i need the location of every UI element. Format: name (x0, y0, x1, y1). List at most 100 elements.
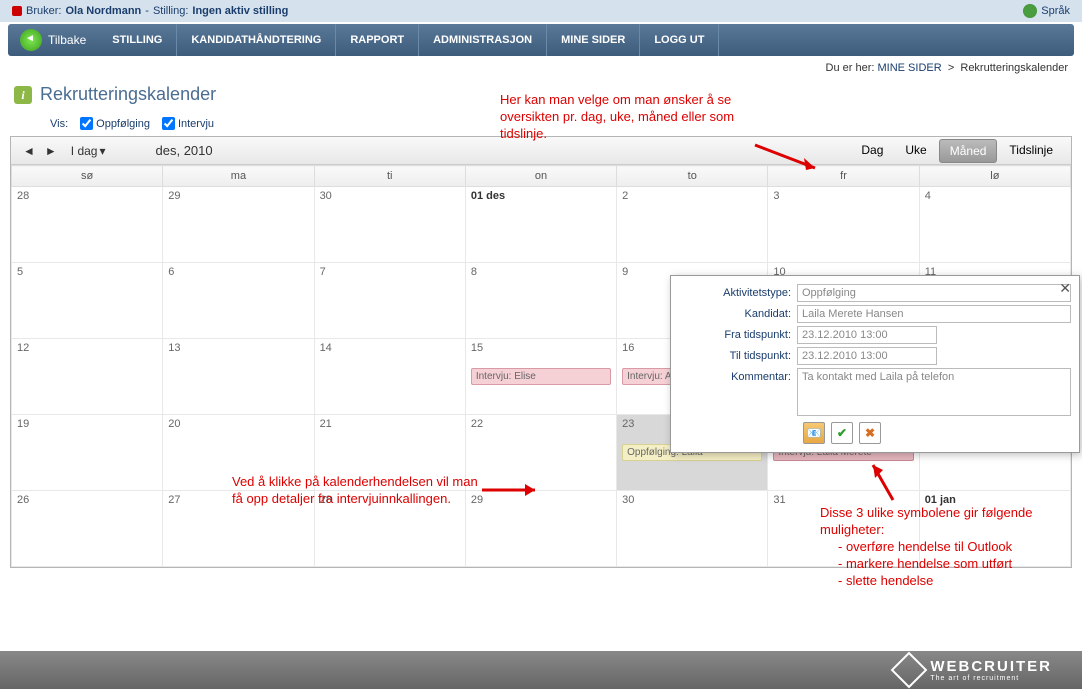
view-tidslinje[interactable]: Tidslinje (999, 139, 1063, 163)
day-number: 21 (320, 418, 460, 430)
calendar-cell[interactable]: 28 (12, 187, 163, 263)
popup-actions: 📧 ✔ ✖ (803, 422, 1071, 444)
calendar-event[interactable]: Intervju: Elise (471, 368, 611, 385)
day-number: 30 (622, 494, 762, 506)
day-number: 01 des (471, 190, 611, 202)
calendar-cell[interactable]: 8 (465, 263, 616, 339)
event-popup: ✕ Aktivitetstype: Kandidat: Fra tidspunk… (670, 275, 1080, 453)
anno-right-2: markere hendelse som utført (846, 556, 1012, 571)
anno-right-3: slette hendelse (846, 573, 933, 588)
back-button[interactable]: Tilbake (8, 24, 98, 56)
calendar-cell[interactable]: 26 (12, 491, 163, 567)
calendar-cell[interactable]: 7 (314, 263, 465, 339)
kandidat-input[interactable] (797, 305, 1071, 323)
oppfolging-label: Oppfølging (96, 118, 150, 130)
calendar-cell[interactable]: 13 (163, 339, 314, 415)
kommentar-input[interactable]: Ta kontakt med Laila på telefon (797, 368, 1071, 416)
user-info: Bruker: Ola Nordmann - Stilling: Ingen a… (12, 5, 288, 17)
intervju-checkbox[interactable] (162, 117, 175, 130)
kommentar-label: Kommentar: (679, 368, 797, 383)
calendar-cell[interactable]: 3 (768, 187, 919, 263)
day-number: 20 (168, 418, 308, 430)
top-header: Bruker: Ola Nordmann - Stilling: Ingen a… (0, 0, 1082, 22)
til-input[interactable] (797, 347, 937, 365)
language-selector[interactable]: Språk (1023, 4, 1070, 18)
nav-mine-sider[interactable]: MINE SIDER (547, 24, 640, 56)
calendar-cell[interactable]: 30 (314, 187, 465, 263)
anno-right-1: overføre hendelse til Outlook (846, 539, 1012, 554)
day-header: sø (12, 166, 163, 187)
today-button[interactable]: I dag ▾ (65, 142, 112, 160)
dropdown-icon: ▾ (99, 144, 105, 158)
fra-input[interactable] (797, 326, 937, 344)
day-header: lø (919, 166, 1070, 187)
position-label: Stilling: (153, 5, 188, 17)
day-number: 19 (17, 418, 157, 430)
view-dag[interactable]: Dag (851, 139, 893, 163)
view-uke[interactable]: Uke (895, 139, 936, 163)
calendar-cell[interactable]: 14 (314, 339, 465, 415)
breadcrumb: Du er her: MINE SIDER > Rekrutteringskal… (0, 56, 1082, 80)
type-input[interactable] (797, 284, 1071, 302)
calendar-cell[interactable]: 6 (163, 263, 314, 339)
type-label: Aktivitetstype: (679, 284, 797, 299)
check-icon[interactable]: ✔ (831, 422, 853, 444)
page-title: Rekrutteringskalender (40, 84, 216, 105)
delete-icon[interactable]: ✖ (859, 422, 881, 444)
main-nav: Tilbake STILLING KANDIDATHÅNDTERING RAPP… (8, 24, 1074, 56)
back-arrow-icon (20, 29, 42, 51)
nav-rapport[interactable]: RAPPORT (336, 24, 419, 56)
oppfolging-checkbox[interactable] (80, 117, 93, 130)
status-dot-icon (12, 6, 22, 16)
day-number: 8 (471, 266, 611, 278)
sprak-label: Språk (1041, 5, 1070, 17)
calendar-nav: ◄ ► I dag ▾ des, 2010 (19, 142, 213, 160)
arrow-icon (865, 460, 905, 510)
user-label: Bruker: (26, 5, 61, 17)
logo-icon (891, 652, 928, 689)
vis-label: Vis: (50, 118, 68, 130)
nav-administrasjon[interactable]: ADMINISTRASJON (419, 24, 547, 56)
calendar-cell[interactable]: 4 (919, 187, 1070, 263)
nav-kandidat[interactable]: KANDIDATHÅNDTERING (177, 24, 336, 56)
breadcrumb-l2: Rekrutteringskalender (960, 62, 1068, 74)
info-icon: i (14, 86, 32, 104)
calendar-cell[interactable]: 30 (617, 491, 768, 567)
calendar-cell[interactable]: 2 (617, 187, 768, 263)
breadcrumb-prefix: Du er her: (826, 62, 875, 74)
position-value: Ingen aktiv stilling (192, 5, 288, 17)
calendar-cell[interactable]: 5 (12, 263, 163, 339)
day-number: 30 (320, 190, 460, 202)
next-button[interactable]: ► (41, 142, 61, 160)
globe-icon (1023, 4, 1037, 18)
brand-tagline: The art of recruitment (930, 675, 1052, 682)
calendar-cell[interactable]: 19 (12, 415, 163, 491)
close-button[interactable]: ✕ (1059, 280, 1071, 297)
today-label: I dag (71, 144, 98, 158)
day-header: ti (314, 166, 465, 187)
prev-button[interactable]: ◄ (19, 142, 39, 160)
day-number: 3 (773, 190, 913, 202)
calendar-cell[interactable]: 12 (12, 339, 163, 415)
footer: WEBCRUITER The art of recruitment (0, 651, 1082, 689)
brand-name: WEBCRUITER (930, 658, 1052, 675)
month-label: des, 2010 (156, 143, 213, 158)
day-header: on (465, 166, 616, 187)
breadcrumb-l1[interactable]: MINE SIDER (878, 62, 942, 74)
view-maned[interactable]: Måned (939, 139, 998, 163)
calendar-cell[interactable]: 01 des (465, 187, 616, 263)
calendar-cell[interactable]: 15Intervju: Elise (465, 339, 616, 415)
nav-logg-ut[interactable]: LOGG UT (640, 24, 719, 56)
filter-intervju[interactable]: Intervju (162, 117, 214, 130)
day-number: 28 (17, 190, 157, 202)
nav-stilling[interactable]: STILLING (98, 24, 177, 56)
calendar-cell[interactable]: 29 (163, 187, 314, 263)
day-number: 13 (168, 342, 308, 354)
day-header: ma (163, 166, 314, 187)
outlook-icon[interactable]: 📧 (803, 422, 825, 444)
annotation-left: Ved å klikke på kalenderhendelsen vil ma… (232, 474, 482, 508)
day-number: 5 (17, 266, 157, 278)
day-number: 12 (17, 342, 157, 354)
user-name: Ola Nordmann (65, 5, 141, 17)
filter-oppfolging[interactable]: Oppfølging (80, 117, 150, 130)
